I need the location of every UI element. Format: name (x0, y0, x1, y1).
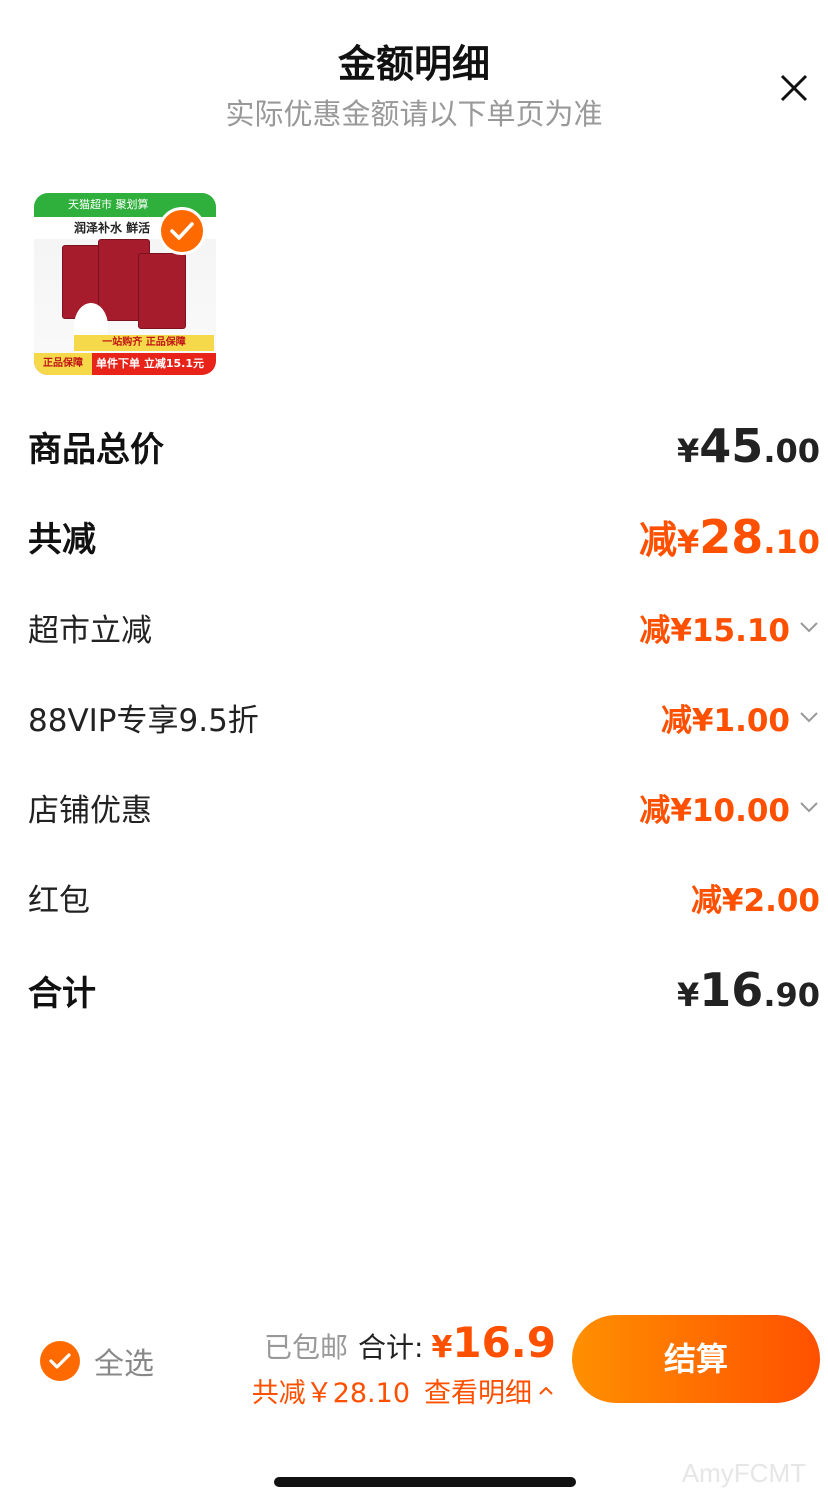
checkout-summary: 已包邮 合计: ¥ 16.9 共减￥28.10 查看明细 (252, 1318, 556, 1410)
market-discount-row[interactable]: 超市立减 减¥15.10 (28, 604, 820, 650)
sheet-subtitle: 实际优惠金额请以下单页为准 (225, 97, 603, 131)
checkmark-icon (49, 1353, 71, 1369)
select-all-label: 全选 (94, 1347, 154, 1382)
chevron-up-icon (539, 1386, 553, 1395)
vip-discount-label: 88VIP专享9.5折 (28, 702, 259, 739)
vip-discount-row[interactable]: 88VIP专享9.5折 减¥1.00 (28, 694, 820, 740)
store-discount-row[interactable]: 店铺优惠 减¥10.00 (28, 784, 820, 830)
market-discount-label: 超市立减 (28, 612, 152, 649)
checkmark-icon (170, 222, 194, 240)
select-all-toggle[interactable]: 全选 (40, 1339, 154, 1383)
total-amount: ¥ 16 .90 (677, 963, 820, 1017)
total-row: 合计 ¥ 16 .90 (28, 962, 820, 1018)
summary-total-label: 合计: (358, 1331, 424, 1364)
subtotal-label: 商品总价 (28, 429, 164, 470)
red-packet-row: 红包 减¥2.00 (28, 874, 820, 920)
thumbnail-promo: 一站购齐 正品保障 (74, 335, 214, 351)
discount-total-label: 共减 (28, 519, 96, 560)
discount-total-row: 共减 减 ¥ 28 .10 (28, 509, 820, 564)
discount-total-amount: 减 ¥ 28 .10 (639, 509, 820, 564)
chevron-down-icon[interactable] (798, 796, 820, 818)
chevron-down-icon[interactable] (798, 616, 820, 638)
summary-saved: 共减￥28.10 (251, 1378, 410, 1409)
product-thumbnail[interactable]: 天猫超市 聚划算 润泽补水 鲜活 一站购齐 正品保障 正品保障 单件下单 立减1… (34, 193, 216, 375)
thumbnail-discount: 单件下单 立减15.1元 (96, 357, 204, 370)
sheet-title: 金额明细 (337, 42, 490, 86)
thumbnail-discount-band: 正品保障 单件下单 立减15.1元 (34, 353, 216, 375)
product-pack-image (138, 253, 186, 329)
red-packet-label: 红包 (28, 882, 90, 919)
total-label: 合计 (28, 973, 96, 1014)
shipping-status: 已包邮 (264, 1331, 349, 1364)
chevron-down-icon[interactable] (798, 706, 820, 728)
red-packet-amount: 减¥2.00 (690, 882, 820, 919)
sheet-header: 金额明细 实际优惠金额请以下单页为准 (0, 38, 828, 134)
vip-discount-amount: 减¥1.00 (660, 702, 790, 739)
market-discount-amount: 减¥15.10 (639, 612, 790, 649)
view-detail-link[interactable]: 查看明细 (424, 1371, 556, 1410)
thumbnail-badge: 正品保障 (34, 353, 92, 375)
close-icon[interactable] (774, 68, 814, 108)
subtotal-row: 商品总价 ¥ 45 .00 (28, 419, 820, 473)
store-discount-amount: 减¥10.00 (639, 792, 790, 829)
summary-currency: ¥ (431, 1330, 453, 1365)
checkout-button[interactable]: 结算 (572, 1315, 820, 1403)
amount-detail-sheet: 金额明细 实际优惠金额请以下单页为准 天猫超市 聚划算 润泽补水 鲜活 一站购齐… (0, 0, 828, 1505)
subtotal-amount: ¥ 45 .00 (677, 419, 820, 473)
select-all-checkbox[interactable] (40, 1341, 80, 1381)
home-indicator[interactable] (274, 1477, 576, 1487)
view-detail-label: 查看明细 (424, 1378, 532, 1409)
watermark: AmyFCMT (681, 1458, 806, 1488)
product-selected-checkbox[interactable] (158, 207, 206, 255)
store-discount-label: 店铺优惠 (28, 792, 152, 829)
summary-total-value: 16.9 (452, 1318, 556, 1367)
